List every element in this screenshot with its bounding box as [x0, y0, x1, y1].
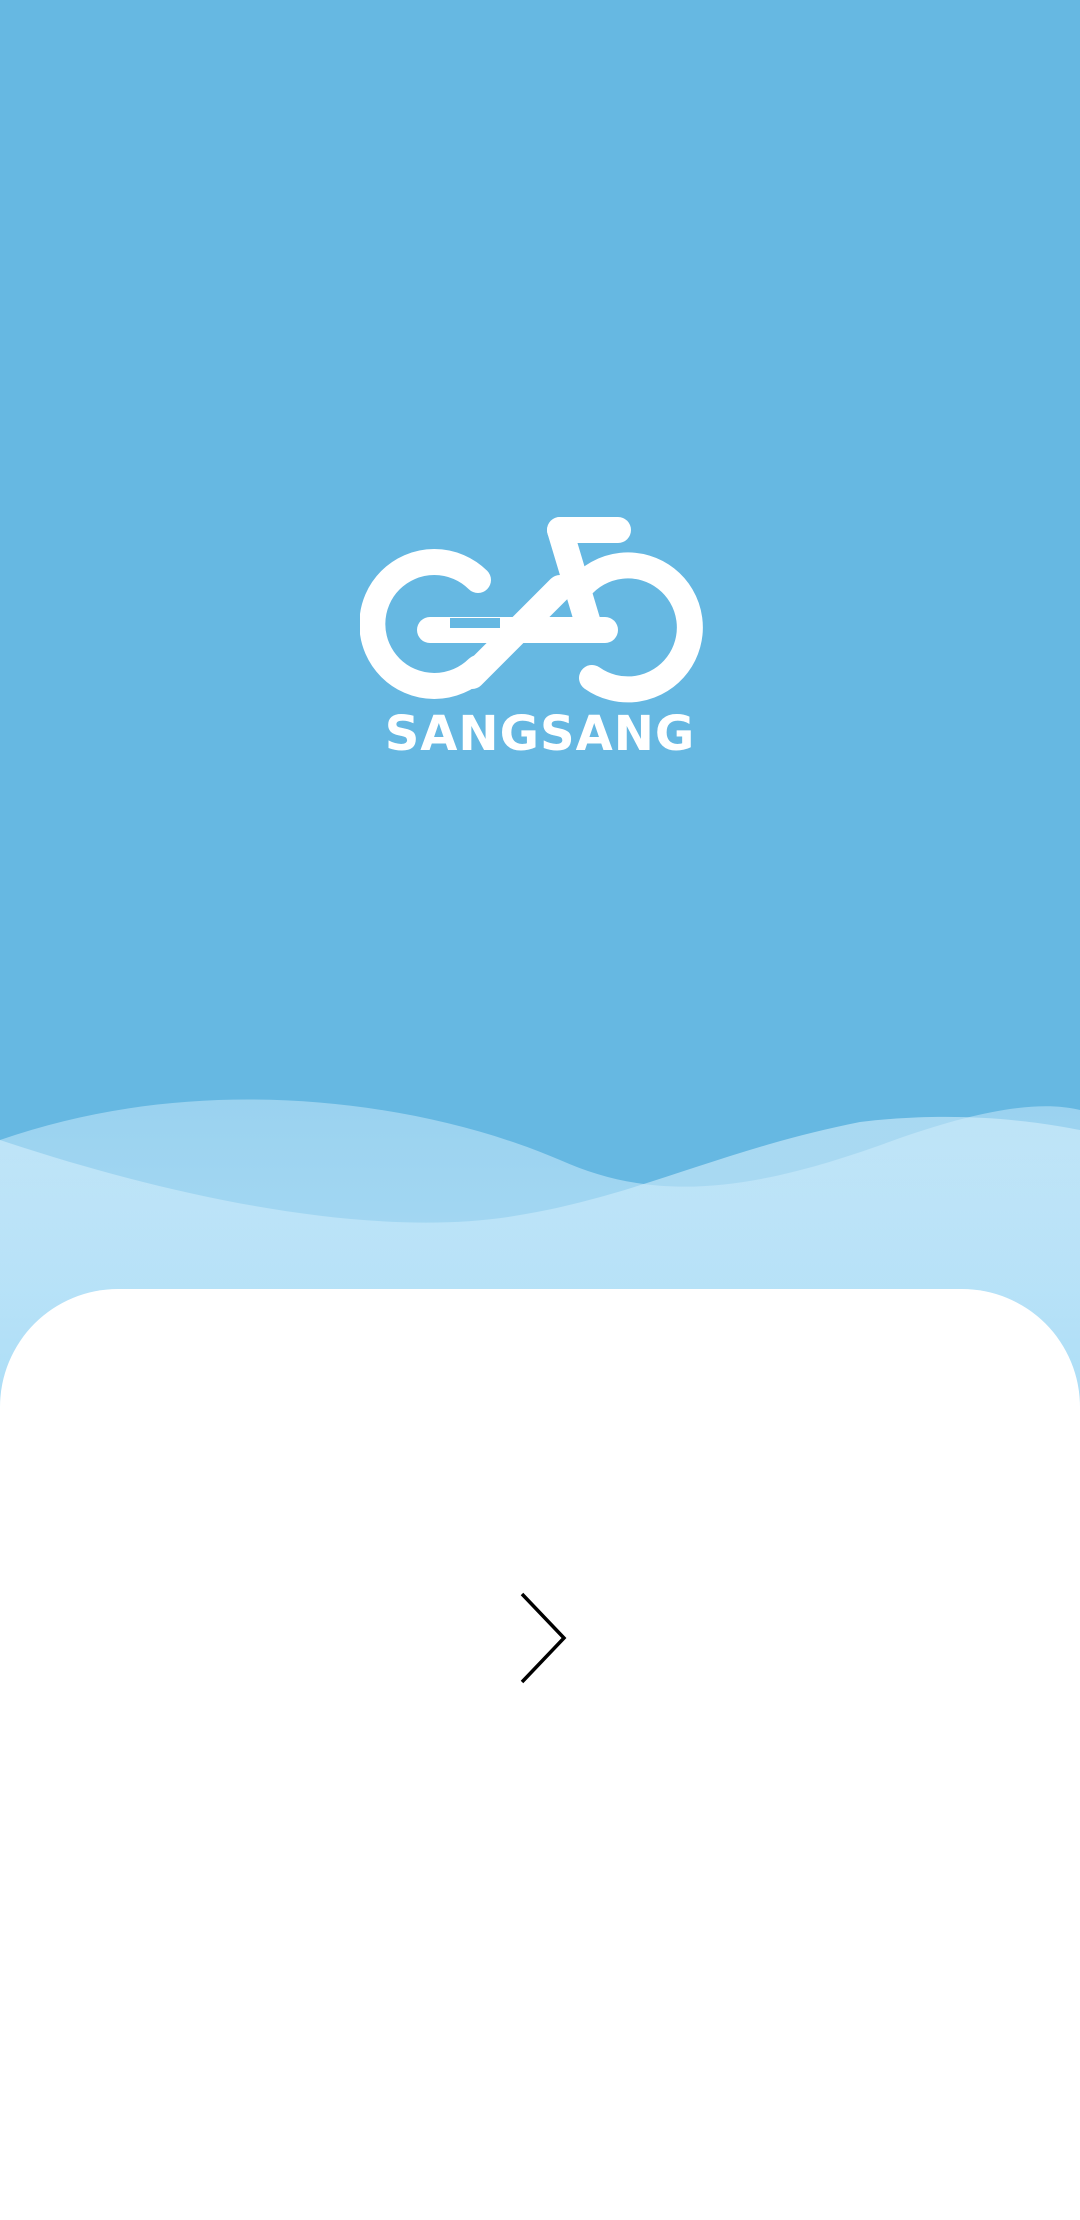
splash-screen: SANGSANG: [0, 0, 1080, 2220]
bicycle-logo-icon: [360, 517, 703, 703]
chevron-right-icon: [520, 1592, 567, 1683]
logo-area: SANGSANG: [0, 500, 1080, 800]
brand-name: SANGSANG: [384, 706, 696, 762]
content-card: [0, 1289, 1080, 2220]
next-button[interactable]: [500, 1580, 580, 1695]
